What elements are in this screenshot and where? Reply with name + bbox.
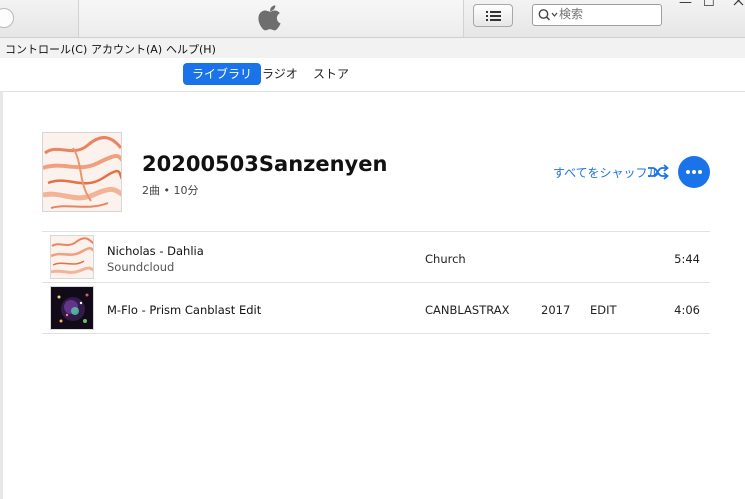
player-controls [0,0,78,37]
track-row[interactable]: M-Flo - Prism Canblast Edit CANBLASTRAX … [42,283,710,333]
playlist-title: 20200503Sanzenyen [142,152,388,176]
track-duration: 5:44 [674,252,700,266]
playlist-meta: 2曲 • 10分 [142,184,199,197]
tab-library[interactable]: ライブラリ [183,63,262,85]
more-options-button[interactable] [678,156,710,188]
sidebar-edge [0,92,3,499]
minimize-button[interactable]: — [679,0,692,10]
track-genre: EDIT [590,303,617,317]
search-box[interactable] [532,4,662,26]
menu-account[interactable]: アカウント(A) [91,41,162,57]
list-view-button[interactable] [473,4,513,27]
shuffle-icon[interactable] [647,164,669,180]
track-title: Nicholas - Dahlia [107,244,204,258]
close-button[interactable] [731,0,745,10]
maximize-button[interactable]: ☐ [703,0,715,10]
space-artwork-image [51,287,93,329]
track-row[interactable]: Nicholas - Dahlia Soundcloud Church 5:44 [42,232,710,282]
track-duration: 4:06 [674,303,700,317]
playlist-artwork[interactable] [42,132,122,212]
track-artwork [50,286,94,330]
track-artist: Church [425,252,466,266]
volume-knob[interactable] [0,8,14,28]
divider [42,333,710,334]
abstract-artwork-image [51,236,93,278]
search-input[interactable] [559,6,655,22]
menu-help[interactable]: ヘルプ(H) [166,41,216,57]
search-icon [538,9,558,21]
now-playing-display [78,0,464,37]
track-year: 2017 [541,303,571,317]
close-icon [733,0,744,6]
menu-controls[interactable]: コントロール(C) [5,41,87,57]
navigation-bar: ライブラリ ラジオ ストア [0,58,745,92]
abstract-artwork-image [43,133,121,211]
track-artwork [50,235,94,279]
track-artist: CANBLASTRAX [425,303,510,317]
menu-bar: コントロール(C) アカウント(A) ヘルプ(H) [0,38,745,58]
list-view-icon [486,11,501,21]
more-icon [686,170,702,174]
tab-radio[interactable]: ラジオ [262,63,298,85]
title-bar: — ☐ [0,0,745,38]
track-album: Soundcloud [107,260,175,274]
track-title: M-Flo - Prism Canblast Edit [107,303,262,317]
tab-store[interactable]: ストア [313,63,349,85]
apple-logo-icon [258,5,281,31]
shuffle-all-link[interactable]: すべてをシャッフル [553,164,659,181]
